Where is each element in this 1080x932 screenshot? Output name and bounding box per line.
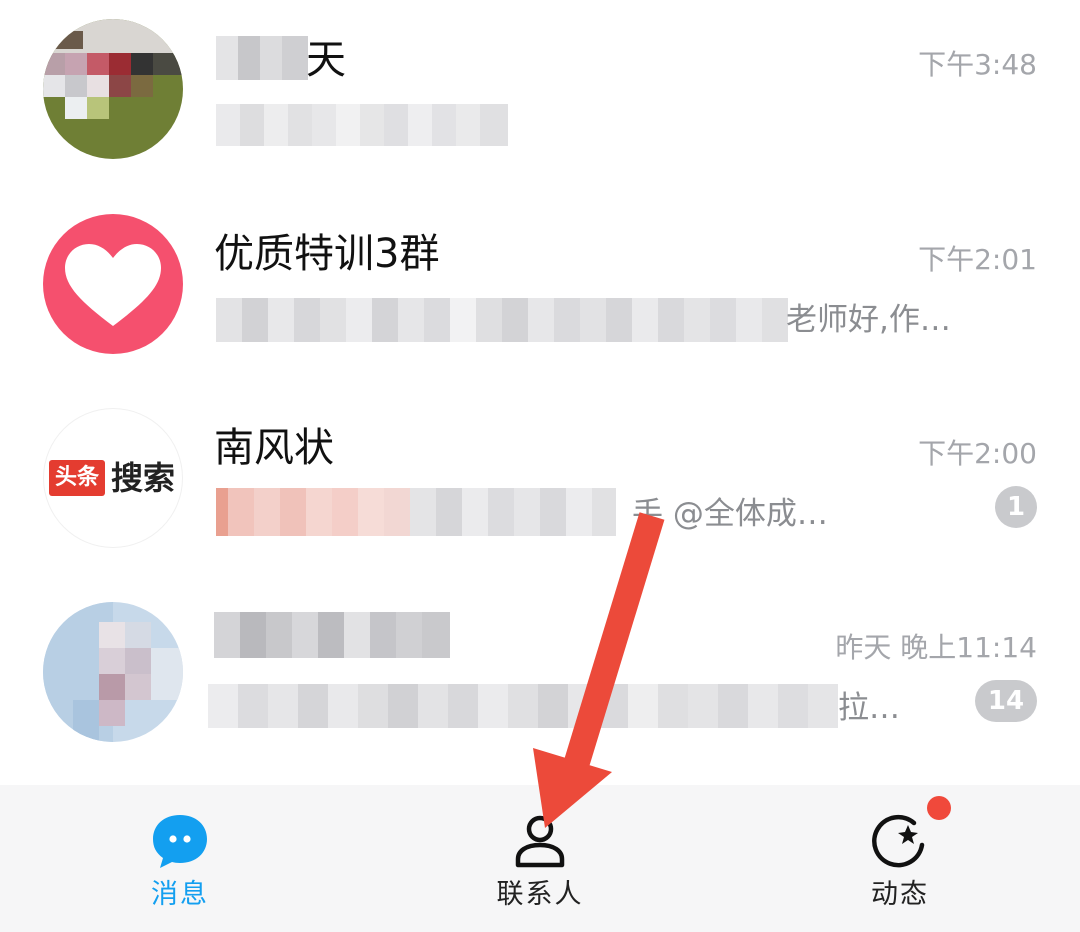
avatar[interactable]	[43, 214, 183, 354]
chat-item[interactable]: 昨天 晚上11:14 拉… 14	[0, 582, 1080, 776]
qq-message-screen: 天 下午3:48 优质特训3群 下午2:01 老师好,作… 头条 搜索 南风状 …	[0, 0, 1080, 932]
chat-list: 天 下午3:48 优质特训3群 下午2:01 老师好,作… 头条 搜索 南风状 …	[0, 0, 1080, 785]
chat-title: 天	[306, 37, 346, 83]
chat-preview-text: 手 @全体成…	[632, 496, 828, 532]
chat-time: 下午3:48	[918, 48, 1037, 81]
tab-contacts[interactable]: 联系人	[440, 785, 640, 932]
blurred-photo-avatar	[43, 19, 183, 159]
toutiao-logo-text: 搜索	[111, 459, 176, 497]
tab-label: 联系人	[496, 879, 584, 910]
chat-time: 昨天 晚上11:14	[835, 631, 1037, 664]
blurred-photo-avatar	[43, 602, 183, 742]
blurred-preview	[216, 104, 508, 146]
notification-red-dot	[927, 796, 951, 820]
chat-time: 下午2:00	[918, 437, 1037, 470]
chat-preview: 老师好,作…	[214, 298, 951, 342]
tab-label: 动态	[871, 879, 929, 910]
chat-preview: 拉…	[214, 686, 914, 730]
unread-badge: 14	[975, 680, 1037, 722]
tab-label: 消息	[151, 879, 209, 910]
chat-item[interactable]: 天 下午3:48	[0, 0, 1080, 194]
blurred-name	[216, 36, 308, 80]
chat-title: 优质特训3群	[214, 231, 440, 277]
chat-item[interactable]: 优质特训3群 下午2:01 老师好,作…	[0, 194, 1080, 388]
moments-star-icon	[872, 814, 925, 868]
contacts-person-icon	[515, 815, 565, 868]
avatar[interactable]	[43, 19, 183, 159]
chat-preview-text: 老师好,作…	[786, 302, 951, 338]
avatar[interactable]	[43, 602, 183, 742]
heart-icon	[65, 244, 161, 326]
avatar[interactable]: 头条 搜索	[43, 408, 183, 548]
chat-preview-text: 拉…	[838, 690, 900, 726]
chat-title: 南风状	[214, 425, 334, 471]
bottom-tab-bar: 消息 联系人 动态	[0, 785, 1080, 932]
tab-moments[interactable]: 动态	[800, 785, 1000, 932]
chat-preview: 手 @全体成…	[214, 492, 914, 536]
chat-time: 下午2:01	[918, 243, 1037, 276]
unread-badge: 1	[995, 486, 1037, 528]
tab-messages[interactable]: 消息	[80, 785, 280, 932]
message-bubble-icon	[153, 815, 207, 868]
chat-item[interactable]: 头条 搜索 南风状 下午2:00 手 @全体成… 1	[0, 388, 1080, 582]
blurred-name	[214, 612, 450, 658]
toutiao-logo-badge: 头条	[49, 460, 105, 496]
